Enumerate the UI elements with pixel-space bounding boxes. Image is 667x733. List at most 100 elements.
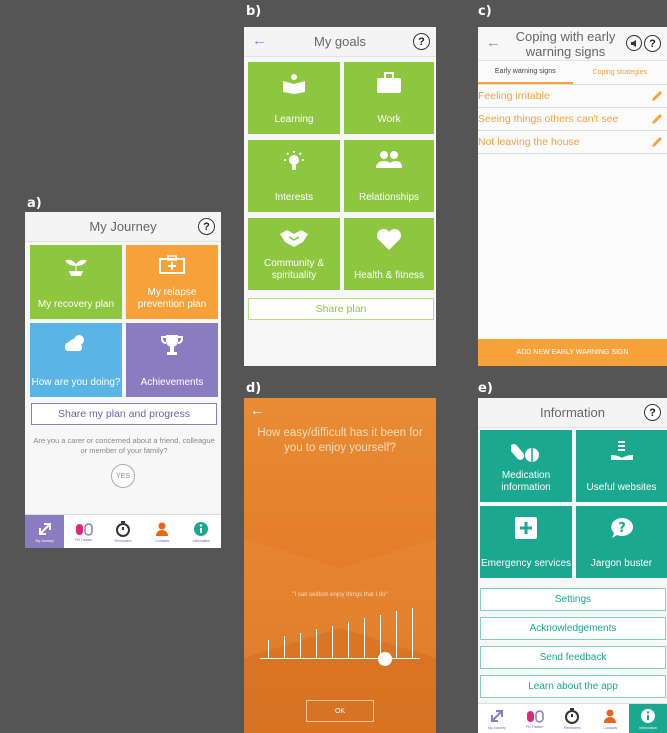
nav-label: Pill Tracker — [526, 724, 544, 729]
add-warning-sign-button[interactable]: ADD NEW EARLY WARNING SIGN — [478, 339, 667, 366]
nav-information[interactable]: Information — [629, 704, 667, 733]
nav-information[interactable]: Information — [182, 515, 221, 548]
back-arrow-icon[interactable]: ← — [252, 32, 267, 49]
help-button[interactable]: ? — [644, 35, 661, 52]
goal-relationships[interactable]: Relationships — [344, 140, 434, 212]
learn-about-app-link[interactable]: Learn about the app — [480, 675, 666, 698]
goal-work[interactable]: Work — [344, 62, 434, 134]
sprout-icon — [65, 259, 87, 276]
nav-reminders[interactable]: Reminders — [103, 515, 142, 548]
tile-label: My relapse prevention plan — [137, 287, 207, 310]
page-title: Coping with early warning signs — [515, 28, 616, 59]
nav-pill-tracker[interactable]: Pill Tracker — [64, 515, 103, 548]
tile-medication-information[interactable]: Medication information — [480, 430, 572, 502]
carer-prompt: Are you a carer or concerned about a fri… — [33, 436, 215, 455]
information-screen: Information ? Medication information Use… — [478, 398, 667, 733]
book-icon — [283, 74, 305, 94]
share-plan-button[interactable]: Share plan — [248, 298, 434, 320]
send-feedback-link[interactable]: Send feedback — [480, 646, 666, 669]
slider-tick — [348, 622, 349, 658]
goal-health-fitness[interactable]: Health & fitness — [344, 218, 434, 290]
slider-handle[interactable] — [377, 652, 392, 666]
slider-tick — [316, 629, 317, 658]
tab-early-warning-signs[interactable]: Early warning signs — [478, 61, 573, 84]
coping-screen: ← Coping with early warning signs ? Earl… — [478, 27, 667, 366]
slider-tick — [268, 640, 269, 658]
my-goals-screen: ← My goals ? Learning Work Interests Rel… — [244, 27, 436, 366]
bottom-nav: My Journey Pill Tracker Reminders Contac… — [25, 514, 221, 548]
nav-contacts[interactable]: Contacts — [591, 704, 629, 733]
pill-icon — [526, 709, 544, 723]
person-icon — [156, 522, 169, 536]
tab-coping-strategies[interactable]: Coping strategies — [573, 61, 667, 84]
pencil-icon[interactable] — [651, 113, 663, 125]
tile-label: Work — [377, 114, 401, 125]
page-title: Information — [539, 405, 606, 420]
list-item[interactable]: Feeling irritable — [478, 85, 667, 108]
warning-sign-text: Not leaving the house — [478, 136, 580, 148]
nav-my-journey[interactable]: My Journey — [25, 515, 65, 548]
nav-my-journey[interactable]: My Journey — [478, 704, 516, 733]
tile-label: Achievements — [140, 377, 204, 388]
tile-achievements[interactable]: Achievements — [126, 323, 218, 397]
tile-jargon-buster[interactable]: ? Jargon buster — [576, 506, 667, 578]
tile-label: Medication information — [501, 470, 551, 493]
rating-screen: ← How easy/difficult has it been for you… — [244, 398, 436, 733]
header: My Journey ? — [25, 212, 221, 242]
person-icon — [604, 709, 617, 723]
audio-icon[interactable] — [626, 35, 642, 51]
info-icon — [641, 708, 656, 723]
ok-button[interactable]: OK — [306, 700, 374, 722]
panel-label-b: b) — [246, 4, 262, 19]
tile-emergency-services[interactable]: Emergency services — [480, 506, 572, 578]
back-arrow-icon[interactable]: ← — [486, 34, 501, 51]
stopwatch-icon — [565, 707, 580, 724]
nav-label: Contacts — [155, 538, 170, 543]
panel-label-c: c) — [478, 4, 492, 19]
slider-tick — [380, 614, 381, 658]
tab-bar: Early warning signs Coping strategies — [478, 61, 667, 85]
help-button[interactable]: ? — [644, 404, 661, 421]
goal-interests[interactable]: Interests — [248, 140, 340, 212]
nav-label: My Journey — [487, 725, 506, 730]
pill-icon — [75, 522, 93, 536]
nav-contacts[interactable]: Contacts — [143, 515, 182, 548]
tile-how-are-you[interactable]: How are you doing? — [30, 323, 122, 397]
nav-label: Information — [639, 725, 657, 730]
panel-label-a: a) — [27, 196, 42, 211]
slider-tick — [396, 611, 397, 658]
nav-pill-tracker[interactable]: Pill Tracker — [516, 704, 554, 733]
yes-button[interactable]: YES — [111, 464, 135, 488]
nav-reminders[interactable]: Reminders — [554, 704, 592, 733]
help-button[interactable]: ? — [198, 218, 215, 235]
list-item[interactable]: Not leaving the house — [478, 131, 667, 154]
tile-useful-websites[interactable]: Useful websites — [576, 430, 667, 502]
slider-tick — [332, 625, 333, 658]
page-title: My Journey — [89, 219, 157, 234]
list-item[interactable]: Seeing things others can't see — [478, 108, 667, 131]
stopwatch-icon — [116, 520, 130, 537]
help-button[interactable]: ? — [413, 33, 430, 50]
tile-label: Health & fitness — [353, 270, 425, 281]
rating-slider[interactable] — [260, 607, 420, 666]
tile-recovery-plan[interactable]: My recovery plan — [30, 245, 122, 319]
first-aid-kit-icon — [159, 255, 185, 274]
share-plan-button[interactable]: Share my plan and progress — [31, 403, 217, 425]
pencil-icon[interactable] — [651, 136, 663, 148]
acknowledgements-link[interactable]: Acknowledgements — [480, 617, 666, 640]
settings-link[interactable]: Settings — [480, 588, 666, 611]
goal-learning[interactable]: Learning — [248, 62, 340, 134]
tile-relapse-plan[interactable]: My relapse prevention plan — [126, 245, 218, 319]
panel-label-d: d) — [246, 381, 262, 396]
pencil-icon[interactable] — [651, 90, 663, 102]
goal-community[interactable]: Community & spirituality — [248, 218, 340, 290]
lightbulb-icon — [284, 151, 304, 170]
nav-label: Reminders — [564, 725, 581, 730]
tile-label: How are you doing? — [31, 377, 121, 388]
slider-tick — [364, 618, 365, 658]
back-arrow-icon[interactable]: ← — [250, 402, 264, 418]
tile-label: Emergency services — [480, 558, 572, 569]
answer-text: "I can seldom enjoy things that I do" — [292, 592, 388, 598]
bottom-nav: My Journey Pill Tracker Reminders Contac… — [478, 703, 667, 733]
info-icon — [194, 521, 209, 536]
